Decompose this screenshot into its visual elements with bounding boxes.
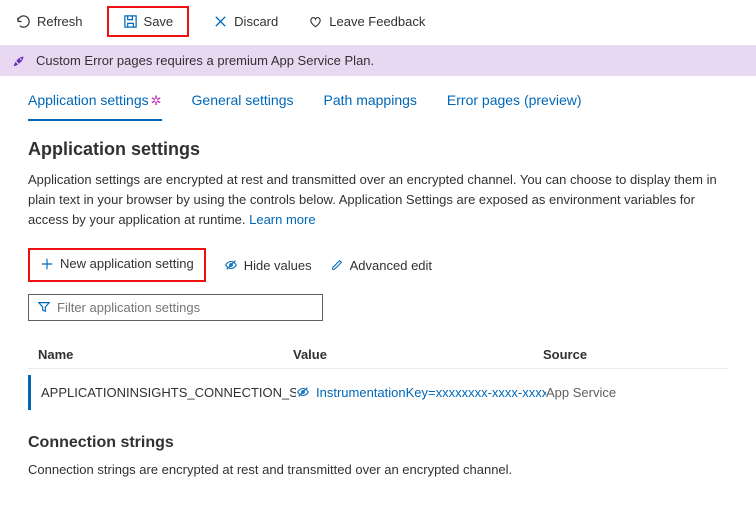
eye-off-icon [224, 258, 238, 272]
advanced-edit-button[interactable]: Advanced edit [330, 258, 432, 273]
col-source-header[interactable]: Source [543, 347, 718, 362]
tab-general[interactable]: General settings [192, 92, 294, 121]
discard-button[interactable]: Discard [207, 10, 284, 33]
save-highlight-box: Save [107, 6, 190, 37]
discard-label: Discard [234, 14, 278, 29]
feedback-button[interactable]: Leave Feedback [302, 10, 431, 33]
toolbar: Refresh Save Discard Leave Feedback [0, 0, 756, 43]
filter-icon [37, 300, 51, 314]
heart-icon [308, 14, 323, 29]
plus-icon [40, 257, 54, 271]
row-value[interactable]: InstrumentationKey=xxxxxxxx-xxxx-xxxx [296, 385, 546, 400]
tab-bar: Application settings✲ General settings P… [0, 76, 756, 121]
pencil-icon [330, 258, 344, 272]
save-label: Save [144, 14, 174, 29]
action-row: New application setting Hide values Adva… [28, 248, 728, 282]
learn-more-link[interactable]: Learn more [249, 212, 315, 227]
hide-values-button[interactable]: Hide values [224, 258, 312, 273]
tab-path[interactable]: Path mappings [324, 92, 417, 121]
save-button[interactable]: Save [117, 10, 180, 33]
filter-input[interactable] [57, 300, 314, 315]
app-settings-heading: Application settings [28, 139, 728, 160]
rocket-icon [12, 54, 26, 68]
eye-off-icon [296, 385, 310, 399]
premium-banner: Custom Error pages requires a premium Ap… [0, 45, 756, 76]
refresh-button[interactable]: Refresh [10, 10, 89, 33]
content: Application settings Application setting… [0, 121, 756, 499]
filter-box[interactable] [28, 294, 323, 321]
table-row[interactable]: APPLICATIONINSIGHTS_CONNECTION_STRING In… [28, 375, 728, 410]
connection-heading: Connection strings [28, 434, 728, 452]
table-header: Name Value Source [28, 341, 728, 369]
save-icon [123, 14, 138, 29]
row-name: APPLICATIONINSIGHTS_CONNECTION_STRING [41, 385, 296, 400]
row-source: App Service [546, 385, 718, 400]
refresh-icon [16, 14, 31, 29]
feedback-label: Leave Feedback [329, 14, 425, 29]
connection-desc: Connection strings are encrypted at rest… [28, 462, 728, 477]
banner-text: Custom Error pages requires a premium Ap… [36, 53, 374, 68]
tab-errors[interactable]: Error pages (preview) [447, 92, 582, 121]
settings-table: Name Value Source APPLICATIONINSIGHTS_CO… [28, 341, 728, 410]
new-app-setting-button[interactable]: New application setting [40, 256, 194, 271]
refresh-label: Refresh [37, 14, 83, 29]
dirty-indicator: ✲ [151, 93, 162, 108]
app-settings-desc: Application settings are encrypted at re… [28, 170, 728, 230]
discard-icon [213, 14, 228, 29]
new-highlight-box: New application setting [28, 248, 206, 282]
col-name-header[interactable]: Name [38, 347, 293, 362]
col-value-header[interactable]: Value [293, 347, 543, 362]
tab-app-settings[interactable]: Application settings✲ [28, 92, 162, 121]
